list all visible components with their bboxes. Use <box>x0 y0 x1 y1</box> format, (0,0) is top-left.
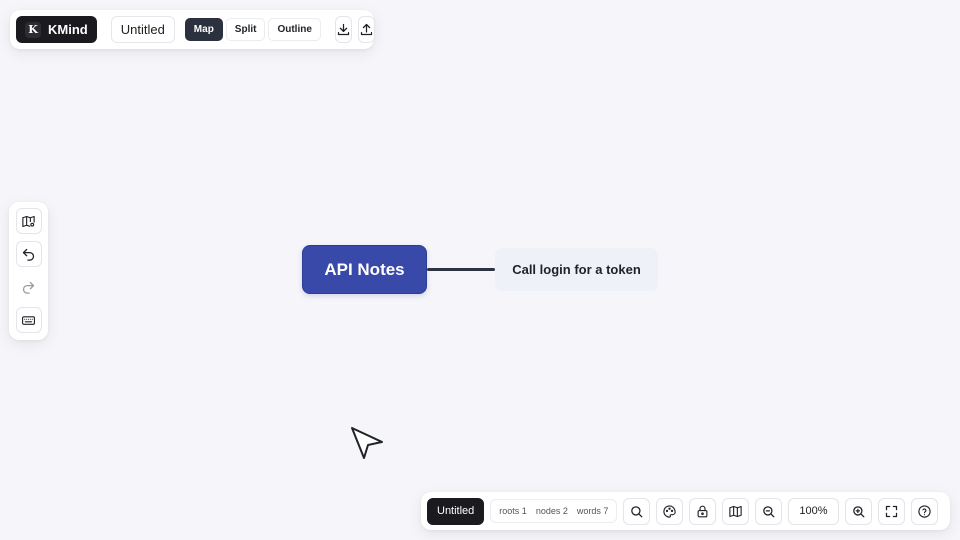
lock-icon <box>697 505 708 517</box>
theme-button[interactable] <box>656 497 684 525</box>
undo-button[interactable] <box>15 241 42 267</box>
nodes-count: nodes 2 <box>535 506 568 516</box>
zoom-out-icon <box>763 505 775 517</box>
cursor-icon <box>351 427 383 459</box>
upload-icon <box>360 23 373 36</box>
child-node[interactable]: Call login for a token <box>495 248 658 291</box>
fullscreen-icon <box>885 505 897 517</box>
current-document-chip[interactable]: Untitled <box>427 497 485 525</box>
lock-button[interactable] <box>689 497 717 525</box>
redo-button[interactable] <box>15 274 42 300</box>
view-mode-split[interactable]: Split <box>225 18 266 41</box>
map-settings-button[interactable] <box>15 208 42 234</box>
download-icon <box>337 23 350 36</box>
roots-count: roots 1 <box>499 506 527 516</box>
brand-logo: K <box>25 21 41 38</box>
undo-icon <box>22 248 35 261</box>
import-button[interactable] <box>357 16 375 43</box>
help-icon <box>917 504 931 518</box>
palette-icon <box>663 504 677 518</box>
view-mode-outline[interactable]: Outline <box>268 18 321 41</box>
bottom-toolbar: Untitled roots 1 nodes 2 words 7 100% <box>421 492 950 530</box>
zoom-out-button[interactable] <box>755 497 783 525</box>
brand-name: KMind <box>48 22 88 37</box>
map-settings-icon <box>22 215 35 227</box>
view-mode-group: Map Split Outline <box>184 18 321 41</box>
fit-view-button[interactable] <box>877 497 905 525</box>
minimap-button[interactable] <box>722 497 750 525</box>
root-node[interactable]: API Notes <box>302 245 427 294</box>
zoom-in-icon <box>852 505 864 517</box>
export-button[interactable] <box>334 16 352 43</box>
left-toolbar <box>9 202 48 340</box>
document-stats: roots 1 nodes 2 words 7 <box>490 499 618 523</box>
search-button[interactable] <box>623 497 651 525</box>
help-button[interactable] <box>910 497 938 525</box>
redo-icon <box>22 281 35 294</box>
view-mode-map[interactable]: Map <box>184 18 223 41</box>
keyboard-icon <box>22 315 35 325</box>
keyboard-shortcuts-button[interactable] <box>15 307 42 333</box>
brand-button[interactable]: K KMind <box>16 16 97 43</box>
words-count: words 7 <box>576 506 609 516</box>
search-icon <box>631 505 643 517</box>
zoom-in-button[interactable] <box>844 497 872 525</box>
node-connector <box>427 268 495 271</box>
map-icon <box>729 505 743 517</box>
zoom-level[interactable]: 100% <box>788 497 839 525</box>
top-toolbar: K KMind Untitled Map Split Outline <box>10 10 375 49</box>
document-title[interactable]: Untitled <box>110 16 175 43</box>
